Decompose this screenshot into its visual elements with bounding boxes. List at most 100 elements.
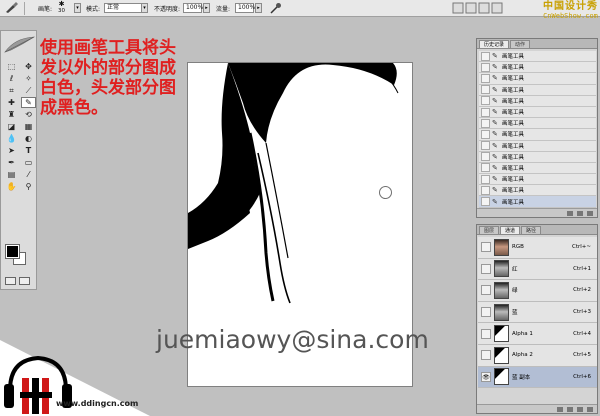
opacity-slider-button[interactable]: ▸ <box>203 3 210 13</box>
visibility-eye-icon[interactable] <box>481 350 491 361</box>
history-source-checkbox[interactable] <box>481 73 490 83</box>
visibility-eye-icon[interactable] <box>481 263 491 274</box>
tab-channels[interactable]: 通道 <box>500 226 521 234</box>
channel-row[interactable]: 蓝 Ctrl+3 <box>478 301 597 324</box>
shape-tool-icon[interactable]: ▭ <box>21 157 36 168</box>
history-source-checkbox[interactable] <box>481 118 490 128</box>
history-item[interactable]: ✎ 画笔工具 <box>479 95 596 107</box>
channel-name: 绿 <box>512 288 518 295</box>
marquee-tool-icon[interactable]: ⬚ <box>4 61 19 72</box>
history-source-checkbox[interactable] <box>481 51 490 61</box>
visibility-eye-icon[interactable] <box>481 328 491 339</box>
history-item[interactable]: ✎ 画笔工具 <box>479 62 596 74</box>
opacity-field[interactable]: 100% <box>183 3 203 13</box>
mode-dropdown-icon[interactable]: ▾ <box>141 3 148 13</box>
history-source-checkbox[interactable] <box>481 96 490 106</box>
quick-mask-toggle[interactable] <box>5 277 30 285</box>
history-source-checkbox[interactable] <box>481 152 490 162</box>
delete-channel-icon[interactable] <box>587 406 593 412</box>
type-tool-icon[interactable]: T <box>21 145 36 156</box>
brush-tool-icon[interactable]: ✎ <box>21 97 36 108</box>
history-item[interactable]: ✎ 画笔工具 <box>479 140 596 152</box>
healing-brush-icon[interactable]: ✚ <box>4 97 19 108</box>
history-source-checkbox[interactable] <box>481 174 490 184</box>
history-brush-icon[interactable]: ⟲ <box>21 109 36 120</box>
channel-thumbnail <box>494 346 509 364</box>
history-list: ✎ 画笔工具 ✎ 画笔工具 ✎ 画笔工具 ✎ 画笔工具 ✎ 画笔工具 ✎ 画笔工具 ✎ 画笔工具 ✎ 画笔工具… <box>479 51 596 208</box>
channel-shortcut: Ctrl+2 <box>573 287 591 294</box>
brush-tool-preset-icon[interactable] <box>4 2 18 14</box>
notes-tool-icon[interactable]: ▤ <box>4 169 19 180</box>
move-tool-icon[interactable]: ✥ <box>21 61 36 72</box>
channel-row[interactable]: RGB Ctrl+~ <box>478 237 597 259</box>
pen-tool-icon[interactable]: ✒ <box>4 157 19 168</box>
history-item[interactable]: ✎ 画笔工具 <box>479 174 596 186</box>
delete-history-icon[interactable] <box>587 210 593 216</box>
history-item-label: 画笔工具 <box>502 98 525 105</box>
new-channel-icon[interactable] <box>577 406 583 412</box>
zoom-tool-icon[interactable]: ⚲ <box>21 181 36 192</box>
history-source-checkbox[interactable] <box>481 163 490 173</box>
history-item[interactable]: ✎ 画笔工具 <box>479 51 596 63</box>
foreground-color-swatch[interactable] <box>5 244 20 259</box>
history-item[interactable]: ✎ 画笔工具 <box>479 73 596 85</box>
visibility-eye-icon[interactable] <box>481 285 491 296</box>
lasso-tool-icon[interactable]: ℓ <box>4 73 19 84</box>
brush-preview[interactable]: ✱ 30 <box>58 0 65 17</box>
channels-list: RGB Ctrl+~ 红 Ctrl+1 绿 Ctrl+2 蓝 Ctrl+3 Alpha 1 Ctr… <box>478 237 597 389</box>
dodge-tool-icon[interactable]: ◐ <box>21 133 36 144</box>
history-item[interactable]: ✎ 画笔工具 <box>479 106 596 119</box>
history-item[interactable]: ✎ 画笔工具 <box>479 162 596 175</box>
flow-slider-button[interactable]: ▸ <box>255 3 262 13</box>
history-item-label: 画笔工具 <box>502 199 525 206</box>
visibility-eye-icon[interactable]: 👁 <box>481 371 491 382</box>
history-item[interactable]: ✎ 画笔工具 <box>479 196 596 208</box>
airbrush-icon[interactable] <box>270 2 282 14</box>
tab-layers[interactable]: 图层 <box>479 226 500 234</box>
tab-paths[interactable]: 路径 <box>521 226 542 234</box>
crop-tool-icon[interactable]: ⌗ <box>4 85 19 96</box>
load-selection-icon[interactable] <box>557 406 563 412</box>
history-source-checkbox[interactable] <box>481 107 490 117</box>
channel-row[interactable]: 红 Ctrl+1 <box>478 258 597 281</box>
history-item[interactable]: ✎ 画笔工具 <box>479 84 596 96</box>
eraser-tool-icon[interactable]: ◪ <box>4 121 19 132</box>
save-selection-icon[interactable] <box>567 406 573 412</box>
tab-actions[interactable]: 动作 <box>510 40 531 48</box>
palette-well-icon[interactable] <box>452 2 508 14</box>
gradient-tool-icon[interactable]: ▦ <box>21 121 36 132</box>
history-source-checkbox[interactable] <box>481 197 490 207</box>
eyedropper-icon[interactable]: ⁄ <box>21 169 36 180</box>
channel-row[interactable]: 绿 Ctrl+2 <box>478 280 597 302</box>
history-source-checkbox[interactable] <box>481 141 490 151</box>
new-document-icon[interactable] <box>567 210 573 216</box>
history-source-checkbox[interactable] <box>481 62 490 72</box>
hand-tool-icon[interactable]: ✋ <box>4 181 19 192</box>
blur-tool-icon[interactable]: 💧 <box>4 133 19 144</box>
path-select-icon[interactable]: ➤ <box>4 145 19 156</box>
channel-row[interactable]: 👁 蓝 副本 Ctrl+6 <box>478 366 597 389</box>
clone-stamp-icon[interactable]: ♜ <box>4 109 19 120</box>
brush-label: 画笔: <box>38 5 53 13</box>
brush-picker-button[interactable]: ▾ <box>74 3 81 13</box>
visibility-eye-icon[interactable] <box>481 242 491 253</box>
visibility-eye-icon[interactable] <box>481 307 491 318</box>
history-item[interactable]: ✎ 画笔工具 <box>479 185 596 197</box>
history-item[interactable]: ✎ 画笔工具 <box>479 151 596 163</box>
tab-history[interactable]: 历史记录 <box>479 40 510 48</box>
channel-name: 红 <box>512 266 518 273</box>
channel-thumbnail <box>494 303 509 321</box>
flow-field[interactable]: 100% <box>235 3 255 13</box>
history-source-checkbox[interactable] <box>481 85 490 95</box>
channel-thumbnail <box>494 238 509 256</box>
history-source-checkbox[interactable] <box>481 129 490 139</box>
magic-wand-tool-icon[interactable]: ✧ <box>21 73 36 84</box>
new-snapshot-icon[interactable] <box>577 210 583 216</box>
site-logo-en: CnWebShow.com <box>543 12 598 20</box>
history-item[interactable]: ✎ 画笔工具 <box>479 118 596 130</box>
history-source-checkbox[interactable] <box>481 185 490 195</box>
history-item[interactable]: ✎ 画笔工具 <box>479 129 596 141</box>
channel-row[interactable]: Alpha 2 Ctrl+5 <box>478 344 597 367</box>
slice-tool-icon[interactable]: ⟋ <box>21 85 36 96</box>
channel-row[interactable]: Alpha 1 Ctrl+4 <box>478 323 597 345</box>
